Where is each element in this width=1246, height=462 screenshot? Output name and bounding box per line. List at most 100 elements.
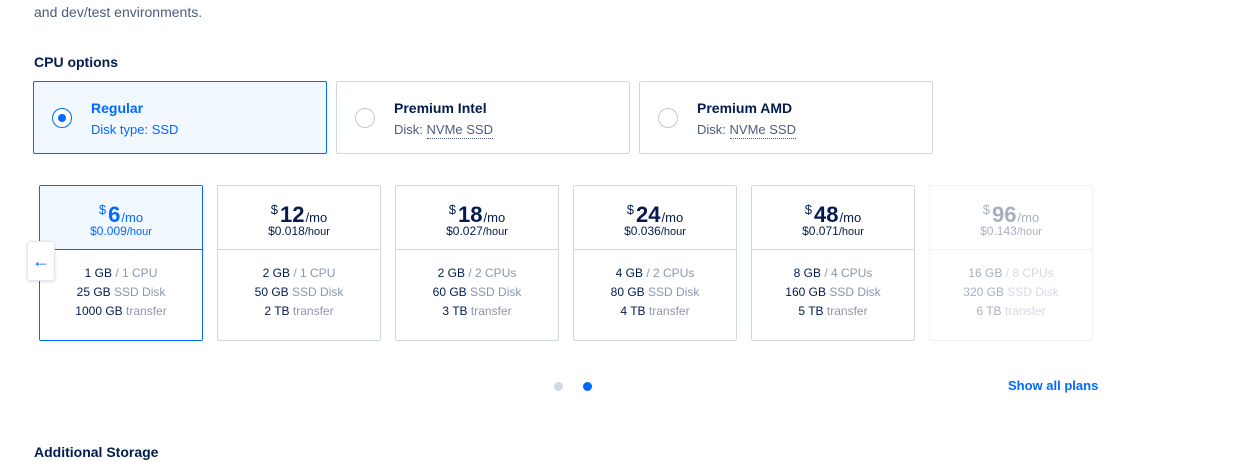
- hourly-unit: /hour: [660, 226, 686, 238]
- plan-transfer: 6 TB transfer: [930, 302, 1092, 321]
- plan-price: $48/mo $0.071/hour: [752, 186, 914, 250]
- hourly-price: $0.018/hour: [218, 224, 380, 238]
- show-all-plans-link[interactable]: Show all plans: [1008, 378, 1098, 393]
- plan-transfer: 4 TB transfer: [574, 302, 736, 321]
- price-period: /mo: [1017, 210, 1040, 225]
- monthly-price: $96/mo: [930, 198, 1092, 227]
- currency-symbol: $: [804, 202, 813, 217]
- plan-card[interactable]: $24/mo $0.036/hour 4 GB / 2 CPUs 80 GB S…: [573, 185, 737, 341]
- cpu-options-title: CPU options: [34, 54, 118, 70]
- additional-storage-title: Additional Storage: [34, 444, 159, 460]
- intro-text: and dev/test environments.: [34, 4, 203, 20]
- plan-price: $24/mo $0.036/hour: [574, 186, 736, 250]
- cpu-options-group: Regular Disk type: SSD Premium Intel Dis…: [33, 81, 933, 154]
- hourly-amount: $0.071: [802, 224, 839, 238]
- currency-symbol: $: [448, 202, 457, 217]
- radio-unselected-icon[interactable]: [658, 108, 678, 128]
- disk-size: 50 GB: [254, 285, 289, 299]
- memory: 8 GB: [793, 266, 821, 280]
- memory: 4 GB: [615, 266, 643, 280]
- plan-specs: 8 GB / 4 CPUs 160 GB SSD Disk 5 TB trans…: [752, 250, 914, 321]
- currency-symbol: $: [270, 202, 279, 217]
- hourly-unit: /hour: [126, 226, 152, 238]
- price-period: /mo: [661, 210, 684, 225]
- disk-type: SSD Disk: [114, 285, 166, 299]
- carousel-pagination: [554, 382, 592, 391]
- plan-card[interactable]: $6/mo $0.009/hour 1 GB / 1 CPU 25 GB SSD…: [39, 185, 203, 341]
- hourly-amount: $0.036: [624, 224, 661, 238]
- hourly-price: $0.009/hour: [40, 224, 202, 238]
- monthly-price: $12/mo: [218, 198, 380, 227]
- cpu-option-disk: Disk: NVMe SSD: [394, 122, 493, 139]
- hourly-price: $0.027/hour: [396, 224, 558, 238]
- arrow-left-icon: ←: [32, 250, 50, 271]
- cpu-option-name: Regular: [91, 100, 144, 116]
- price-period: /mo: [483, 210, 506, 225]
- cpu-option-name: Premium Intel: [394, 100, 487, 116]
- memory: 1 GB: [84, 266, 112, 280]
- price-period: /mo: [305, 210, 328, 225]
- hourly-amount: $0.009: [90, 224, 127, 238]
- disk-value-tooltip[interactable]: NVMe SSD: [426, 122, 493, 139]
- plan-specs: 4 GB / 2 CPUs 80 GB SSD Disk 4 TB transf…: [574, 250, 736, 321]
- plan-price: $96/mo $0.143/hour: [930, 186, 1092, 250]
- hourly-unit: /hour: [304, 226, 330, 238]
- disk-type: SSD Disk: [648, 285, 700, 299]
- disk-value-tooltip[interactable]: NVMe SSD: [729, 122, 796, 139]
- price-period: /mo: [839, 210, 862, 225]
- cpu-option-disk: Disk type: SSD: [91, 122, 178, 137]
- hourly-amount: $0.143: [980, 224, 1017, 238]
- price-period: /mo: [121, 210, 144, 225]
- plan-price: $6/mo $0.009/hour: [40, 186, 202, 250]
- pagination-dot-active[interactable]: [583, 382, 592, 391]
- radio-unselected-icon[interactable]: [355, 108, 375, 128]
- transfer-amount: 5 TB: [798, 304, 824, 318]
- disk-type: SSD Disk: [470, 285, 522, 299]
- disk-type: SSD Disk: [829, 285, 881, 299]
- radio-selected-icon[interactable]: [52, 108, 72, 128]
- plan-cards: $6/mo $0.009/hour 1 GB / 1 CPU 25 GB SSD…: [39, 185, 1093, 341]
- cpu-option-regular[interactable]: Regular Disk type: SSD: [33, 81, 327, 154]
- plan-memory-cpu: 2 GB / 1 CPU: [218, 264, 380, 283]
- disk-label: Disk:: [697, 122, 726, 137]
- hourly-price: $0.036/hour: [574, 224, 736, 238]
- cpu-count: / 1 CPU: [115, 266, 158, 280]
- transfer-label: transfer: [292, 304, 334, 318]
- disk-type: SSD Disk: [1007, 285, 1059, 299]
- pagination-dot[interactable]: [554, 382, 563, 391]
- cpu-count: / 2 CPUs: [468, 266, 517, 280]
- currency-symbol: $: [98, 202, 107, 217]
- monthly-price: $48/mo: [752, 198, 914, 227]
- plan-card[interactable]: $12/mo $0.018/hour 2 GB / 1 CPU 50 GB SS…: [217, 185, 381, 341]
- plan-specs: 2 GB / 2 CPUs 60 GB SSD Disk 3 TB transf…: [396, 250, 558, 321]
- cpu-count: / 1 CPU: [293, 266, 336, 280]
- hourly-price: $0.143/hour: [930, 224, 1092, 238]
- transfer-amount: 6 TB: [976, 304, 1002, 318]
- hourly-unit: /hour: [482, 226, 508, 238]
- plan-price: $18/mo $0.027/hour: [396, 186, 558, 250]
- monthly-price: $24/mo: [574, 198, 736, 227]
- transfer-label: transfer: [1004, 304, 1046, 318]
- plan-specs: 1 GB / 1 CPU 25 GB SSD Disk 1000 GB tran…: [40, 250, 202, 321]
- disk-label: Disk type:: [91, 122, 149, 137]
- cpu-option-premium-amd[interactable]: Premium AMD Disk: NVMe SSD: [639, 81, 933, 154]
- disk-value: SSD: [151, 122, 179, 137]
- plan-card[interactable]: $18/mo $0.027/hour 2 GB / 2 CPUs 60 GB S…: [395, 185, 559, 341]
- cpu-option-premium-intel[interactable]: Premium Intel Disk: NVMe SSD: [336, 81, 630, 154]
- disk-size: 25 GB: [76, 285, 111, 299]
- plan-memory-cpu: 2 GB / 2 CPUs: [396, 264, 558, 283]
- plan-disk: 80 GB SSD Disk: [574, 283, 736, 302]
- transfer-label: transfer: [126, 304, 167, 318]
- currency-symbol: $: [626, 202, 635, 217]
- plan-card[interactable]: $48/mo $0.071/hour 8 GB / 4 CPUs 160 GB …: [751, 185, 915, 341]
- disk-size: 320 GB: [963, 285, 1004, 299]
- cpu-option-name: Premium AMD: [697, 100, 793, 116]
- transfer-amount: 3 TB: [442, 304, 468, 318]
- cpu-count: / 8 CPUs: [1005, 266, 1054, 280]
- plan-transfer: 5 TB transfer: [752, 302, 914, 321]
- plan-memory-cpu: 1 GB / 1 CPU: [40, 264, 202, 283]
- monthly-price: $6/mo: [40, 198, 202, 227]
- cpu-count: / 2 CPUs: [646, 266, 695, 280]
- carousel-prev-button[interactable]: ←: [27, 241, 55, 281]
- transfer-amount: 1000 GB: [75, 304, 123, 318]
